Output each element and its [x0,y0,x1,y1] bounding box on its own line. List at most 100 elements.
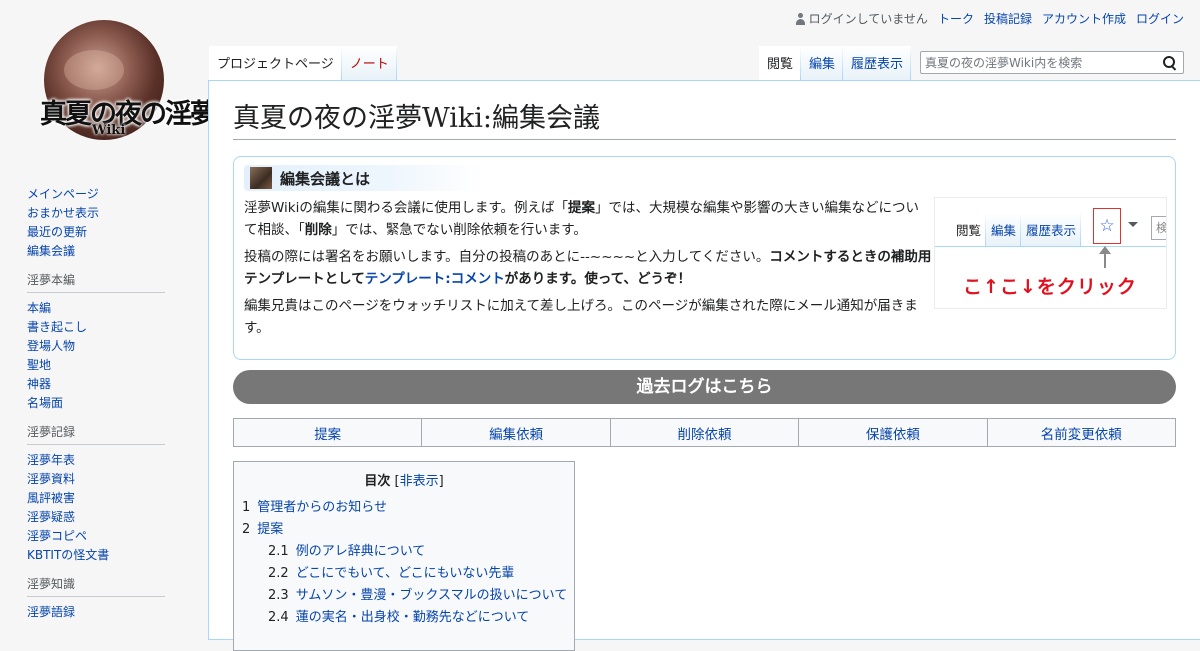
sidebar-item[interactable]: 名場面 [27,396,63,410]
nav-cell: 名前変更依頼 [986,418,1177,447]
sidebar-item[interactable]: KBTITの怪文書 [27,548,109,562]
toc-link[interactable]: 管理者からのお知らせ [257,500,387,515]
toc-link[interactable]: 提案 [257,522,283,537]
watchlist-howto-image: 閲覧 編集 履歴表示 ☆ 検 こ↑こ↓をクリック [934,197,1167,309]
sidebar-item[interactable]: 淫夢語録 [27,605,75,619]
howto-search-stub: 検 [1151,216,1166,240]
sidebar-item[interactable]: 登場人物 [27,339,75,353]
sidebar-item[interactable]: 書き起こし [27,320,87,334]
request-nav-table: 提案 編集依頼 削除依頼 保護依頼 名前変更依頼 [232,418,1177,447]
tab-history[interactable]: 履歴表示 [843,46,911,80]
sidebar-item[interactable]: 本編 [27,301,51,315]
sidebar-item[interactable]: 淫夢コピペ [27,529,87,543]
intro-header: 編集会議とは [244,165,484,191]
nav-proposal-link[interactable]: 提案 [314,427,341,443]
toc-number: 2.1 [268,544,289,559]
toc-item: 2.4 蓮の実名・出身校・勤務先などについて [242,607,566,629]
create-account-link[interactable]: アカウント作成 [1042,10,1126,27]
chevron-down-icon [1128,222,1138,227]
click-here-annotation: こ↑こ↓をクリック [963,276,1137,298]
toc-link[interactable]: 蓮の実名・出身校・勤務先などについて [296,610,530,625]
site-logo[interactable]: 真夏の夜の淫夢 Wiki [40,18,217,142]
nav-rename-request-link[interactable]: 名前変更依頼 [1041,427,1122,443]
sidebar-heading: 淫夢記録 [27,423,165,445]
logo-sub: Wiki [92,123,126,138]
text-run-bold: 削除 [304,222,332,238]
intro-text: 淫夢Wikiの編集に関わる会議に使用します。例えば「提案」では、大規模な編集や影… [244,197,932,339]
text-run-bold: 提案 [568,200,596,216]
sidebar-item[interactable]: 聖地 [27,358,51,372]
sidebar-item-recent-changes[interactable]: 最近の更新 [27,225,87,239]
tab-project-page[interactable]: プロジェクトページ [209,46,342,80]
toc-list: 1 管理者からのお知らせ 2 提案 2.1 例のアレ辞典について 2.2 どこにでもいて… [242,497,568,629]
tab-read[interactable]: 閲覧 [759,46,801,80]
toc-number: 2.3 [268,588,289,603]
toc-link[interactable]: 例のアレ辞典について [296,544,426,559]
sidebar-item[interactable]: 風評被害 [27,491,75,505]
toc-number: 2.4 [268,610,289,625]
table-of-contents: 目次 [非表示] 1 管理者からのお知らせ 2 提案 2.1 例のアレ辞典について 2… [233,461,575,651]
nav-protection-request-link[interactable]: 保護依頼 [866,427,920,443]
toc-link[interactable]: サムソン・豊漫・ブックスマルの扱いについて [296,588,568,603]
howto-tab-read: 閲覧 [951,212,986,246]
contributions-link[interactable]: 投稿記録 [984,10,1032,27]
text-run-bold: があります。使って、どうぞ！ [504,271,692,287]
sidebar-heading: 淫夢本編 [27,271,165,293]
sidebar-item-random[interactable]: おまかせ表示 [27,206,99,220]
howto-tab-edit: 編集 [986,212,1021,246]
text-run: 淫夢Wikiの編集に関わる会議に使用します。例えば「 [244,200,569,216]
talk-link[interactable]: トーク [938,10,974,27]
namespace-tabs: プロジェクトページ ノート [209,46,397,80]
sidebar-item-editing-meeting[interactable]: 編集会議 [27,244,75,258]
toc-hide-toggle[interactable]: 非表示 [400,474,439,489]
login-status-text: ログインしていません [808,12,928,26]
arrow-up-icon [1099,246,1111,268]
toc-item: 2 提案 [242,519,566,541]
toc-number: 2 [242,522,251,537]
sidebar-heading: 淫夢知識 [27,575,165,597]
nav-cell: 保護依頼 [798,418,988,447]
toc-item: 2.1 例のアレ辞典について [242,541,566,563]
nav-cell: 提案 [232,418,423,447]
intro-paragraph-3: 編集兄貴はこのページをウォッチリストに加えて差し上げろ。このページが編集された際… [244,298,918,336]
past-log-button[interactable]: 過去ログはこちら [233,370,1176,404]
sidebar-nav-main: メインページ おまかせ表示 最近の更新 編集会議 [27,185,165,261]
view-tabs: 閲覧 編集 履歴表示 [759,46,911,80]
content: 真夏の夜の淫夢Wiki:編集会議 編集会議とは 淫夢Wikiの編集に関わる会議に… [208,80,1200,651]
sidebar-item[interactable]: 淫夢年表 [27,453,75,467]
intro-box: 編集会議とは 淫夢Wikiの編集に関わる会議に使用します。例えば「提案」では、大… [233,156,1176,360]
sidebar-item-main-page[interactable]: メインページ [27,187,99,201]
search-icon[interactable] [1162,55,1178,71]
text-run: 」では、緊急でない削除依頼を行います。 [331,222,587,238]
toc-number: 1 [242,500,251,515]
toc-link[interactable]: どこにでもいて、どこにもいない先輩 [296,566,515,581]
sidebar-item[interactable]: 淫夢疑惑 [27,510,75,524]
sidebar-item[interactable]: 淫夢資料 [27,472,75,486]
intro-heading: 編集会議とは [280,169,371,188]
intro-image [250,167,272,189]
nav-cell: 編集依頼 [421,418,611,447]
toc-header: 目次 [非表示] [242,470,566,489]
sidebar: メインページ おまかせ表示 最近の更新 編集会議 淫夢本編 本編 書き起こし 登… [0,185,208,632]
toc-title: 目次 [364,474,391,489]
toc-item: 2.2 どこにでもいて、どこにもいない先輩 [242,563,566,585]
tab-talk[interactable]: ノート [342,46,397,80]
text-run: 投稿の際には署名をお願いします。自分の投稿のあとに--~~~~と入力してください… [244,249,770,265]
login-link[interactable]: ログイン [1136,10,1184,27]
intro-paragraph-2: 投稿の際には署名をお願いします。自分の投稿のあとに--~~~~と入力してください… [244,246,932,290]
sidebar-item[interactable]: 神器 [27,377,51,391]
nav-cell: 削除依頼 [609,418,800,447]
personal-tools: ログインしていません トーク 投稿記録 アカウント作成 ログイン [795,10,1184,27]
sidebar-section-knowledge: 淫夢知識 淫夢語録 [27,575,165,622]
user-icon [795,12,806,25]
tab-edit[interactable]: 編集 [801,46,843,80]
nav-deletion-request-link[interactable]: 削除依頼 [677,427,731,443]
nav-edit-request-link[interactable]: 編集依頼 [489,427,543,443]
toc-number: 2.2 [268,566,289,581]
login-status: ログインしていません [795,10,928,27]
watch-star-icon: ☆ [1093,208,1121,244]
search-input[interactable] [921,52,1151,74]
howto-tabs: 閲覧 編集 履歴表示 [951,212,1081,246]
howto-tab-history: 履歴表示 [1021,212,1081,246]
template-comment-link[interactable]: テンプレート:コメント [365,271,505,287]
